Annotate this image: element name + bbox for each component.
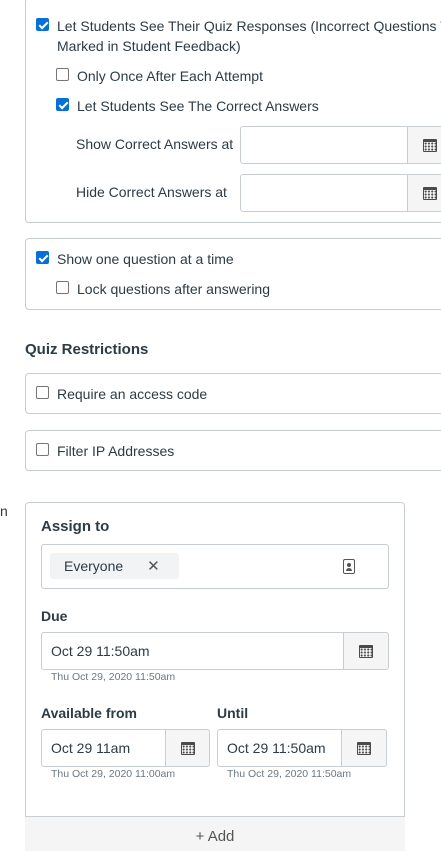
lock-after-answer-checkbox[interactable]: [56, 281, 69, 294]
see-responses-option[interactable]: Let Students See Their Quiz Responses (I…: [36, 16, 441, 56]
due-calendar-button[interactable]: [344, 632, 389, 670]
due-hint: Thu Oct 29, 2020 11:50am: [51, 671, 176, 683]
quiz-restrictions-heading: Quiz Restrictions: [25, 341, 149, 358]
available-from-calendar-button[interactable]: [166, 729, 210, 767]
due-label: Due: [41, 608, 68, 624]
cropped-label-fragment: n: [0, 503, 8, 519]
access-code-checkbox[interactable]: [36, 386, 49, 399]
address-book-icon[interactable]: [343, 559, 355, 574]
see-responses-checkbox[interactable]: [36, 18, 49, 31]
until-label: Until: [217, 705, 249, 721]
filter-ip-option[interactable]: Filter IP Addresses: [36, 441, 174, 461]
only-once-label: Only Once After Each Attempt: [77, 68, 263, 84]
until-input[interactable]: Oct 29 11:50am: [217, 729, 342, 767]
one-at-a-time-option[interactable]: Show one question at a time: [36, 249, 234, 269]
filter-ip-label: Filter IP Addresses: [57, 443, 175, 459]
lock-after-answer-option[interactable]: Lock questions after answering: [56, 279, 270, 299]
assignee-token-label: Everyone: [64, 558, 124, 574]
show-correct-at-input[interactable]: [240, 126, 408, 164]
calendar-icon: [359, 644, 373, 658]
access-code-label: Require an access code: [57, 386, 208, 402]
hide-correct-at-label: Hide Correct Answers at: [76, 184, 227, 200]
available-from-input[interactable]: Oct 29 11am: [41, 729, 166, 767]
only-once-option[interactable]: Only Once After Each Attempt: [56, 66, 263, 86]
close-icon[interactable]: ✕: [147, 557, 160, 575]
lock-after-answer-label: Lock questions after answering: [77, 281, 270, 297]
hide-correct-at-calendar-button[interactable]: [408, 174, 441, 212]
available-from-label: Available from: [41, 705, 137, 721]
access-code-option[interactable]: Require an access code: [36, 384, 207, 404]
show-correct-at-calendar-button[interactable]: [408, 126, 441, 164]
available-from-hint: Thu Oct 29, 2020 11:00am: [51, 768, 176, 780]
until-calendar-button[interactable]: [342, 729, 387, 767]
add-assignment-label: + Add: [195, 828, 235, 845]
due-input[interactable]: Oct 29 11:50am: [41, 632, 344, 670]
only-once-checkbox[interactable]: [56, 68, 69, 81]
filter-ip-checkbox[interactable]: [36, 443, 49, 456]
calendar-icon: [422, 186, 437, 200]
see-responses-label-line2: Marked in Student Feedback): [57, 38, 241, 54]
see-correct-option[interactable]: Let Students See The Correct Answers: [56, 96, 319, 116]
see-correct-checkbox[interactable]: [56, 98, 69, 111]
show-correct-at-label: Show Correct Answers at: [76, 136, 234, 152]
assign-to-heading: Assign to: [41, 518, 110, 535]
hide-correct-at-input[interactable]: [240, 174, 408, 212]
calendar-icon: [357, 741, 371, 755]
one-at-a-time-checkbox[interactable]: [36, 251, 49, 264]
assignee-token[interactable]: Everyone ✕: [50, 553, 179, 579]
until-hint: Thu Oct 29, 2020 11:50am: [227, 768, 352, 780]
calendar-icon: [180, 741, 195, 755]
see-responses-label: Let Students See Their Quiz Responses (I…: [57, 18, 441, 34]
one-at-a-time-label: Show one question at a time: [57, 251, 234, 267]
calendar-icon: [422, 138, 437, 152]
see-correct-label: Let Students See The Correct Answers: [77, 98, 319, 114]
add-assignment-button[interactable]: + Add: [25, 816, 405, 851]
